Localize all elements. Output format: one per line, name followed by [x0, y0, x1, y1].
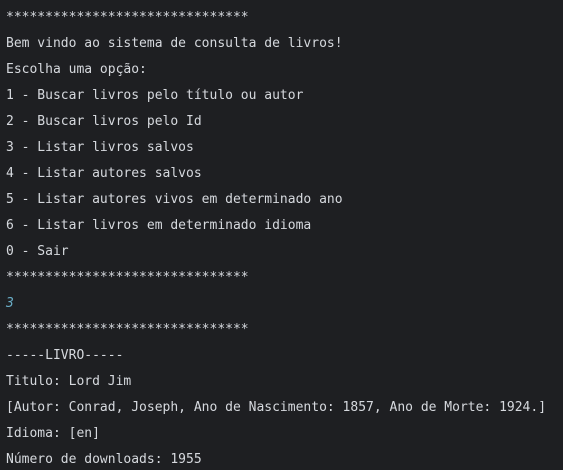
menu-option-6: 6 - Listar livros em determinado idioma	[6, 218, 312, 233]
book-downloads: Número de downloads: 1955	[6, 452, 202, 467]
welcome-message: Bem vindo ao sistema de consulta de livr…	[6, 36, 343, 51]
book-author: [Autor: Conrad, Joseph, Ano de Nasciment…	[6, 400, 547, 415]
separator-line: *******************************	[6, 322, 249, 337]
book-title: Titulo: Lord Jim	[6, 374, 132, 389]
console-output[interactable]: ******************************* Bem vind…	[0, 0, 563, 470]
menu-option-1: 1 - Buscar livros pelo título ou autor	[6, 88, 304, 103]
menu-option-4: 4 - Listar autores salvos	[6, 166, 202, 181]
book-language: Idioma: [en]	[6, 426, 100, 441]
menu-option-3: 3 - Listar livros salvos	[6, 140, 194, 155]
separator-line: *******************************	[6, 10, 249, 25]
menu-prompt: Escolha uma opção:	[6, 62, 147, 77]
menu-option-2: 2 - Buscar livros pelo Id	[6, 114, 202, 129]
book-header: -----LIVRO-----	[6, 348, 124, 363]
menu-option-5: 5 - Listar autores vivos em determinado …	[6, 192, 343, 207]
menu-option-0: 0 - Sair	[6, 244, 69, 259]
separator-line: *******************************	[6, 270, 249, 285]
user-input-line[interactable]: 3	[0, 291, 563, 317]
